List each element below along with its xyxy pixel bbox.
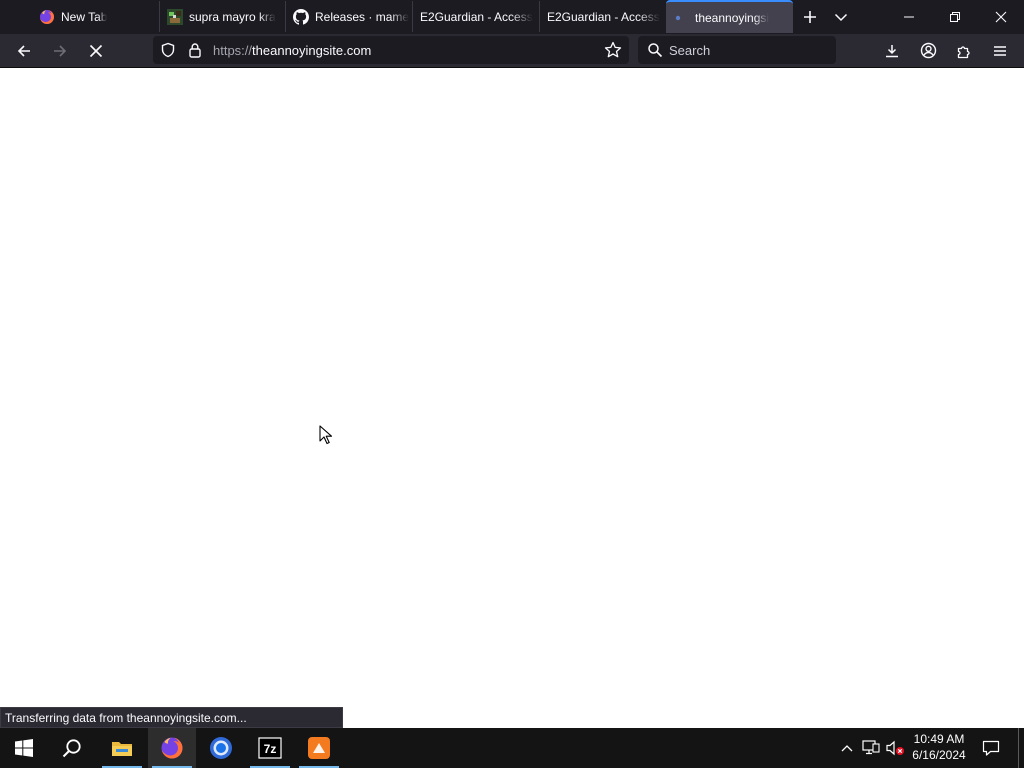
page-content[interactable]	[0, 68, 1024, 728]
windows-start-icon	[15, 739, 33, 757]
new-tab-button[interactable]	[796, 0, 824, 34]
tab-title: E2Guardian - Access	[547, 9, 660, 24]
search-bar[interactable]: Search	[638, 36, 836, 64]
list-all-tabs-button[interactable]	[827, 0, 855, 34]
start-button[interactable]	[0, 728, 48, 768]
svg-text:7z: 7z	[264, 742, 277, 756]
network-icon	[862, 740, 880, 755]
stop-icon	[89, 44, 103, 57]
restore-button[interactable]	[932, 0, 978, 34]
volume-muted-icon	[886, 740, 904, 756]
extensions-button[interactable]	[949, 34, 979, 67]
file-explorer-icon	[112, 742, 132, 756]
tab-title: theannoyingsi	[695, 10, 770, 25]
tab-new-tab[interactable]: New Tab	[32, 1, 160, 32]
tab-bar: New Tab supra mayro kra Releases · mame …	[0, 0, 1024, 34]
network-tray[interactable]	[860, 728, 882, 768]
volume-tray[interactable]	[884, 728, 906, 768]
forward-arrow-icon	[54, 44, 67, 57]
tracking-protection-shield-icon[interactable]	[160, 42, 176, 63]
puzzle-piece-icon	[957, 45, 970, 58]
back-arrow-icon	[17, 44, 30, 57]
status-panel: Transferring data from theannoyingsite.c…	[0, 707, 343, 728]
taskbar-search-button[interactable]	[48, 728, 96, 768]
url-protocol: https://	[213, 43, 253, 58]
tab-title: New Tab	[61, 9, 108, 24]
taskbar-file-explorer[interactable]	[98, 728, 146, 768]
download-icon	[886, 44, 898, 57]
search-icon	[62, 739, 81, 758]
firefox-icon	[161, 737, 183, 759]
forward-button[interactable]	[45, 34, 75, 67]
mouse-cursor-icon	[319, 425, 333, 450]
chevron-up-icon	[841, 745, 853, 752]
chrome-icon	[210, 737, 232, 759]
restore-icon	[950, 12, 960, 22]
url-bar[interactable]: https://theannoyingsite.com	[153, 36, 629, 64]
account-button[interactable]	[913, 34, 943, 67]
notification-icon	[982, 740, 1000, 756]
hamburger-menu-icon	[994, 45, 1006, 56]
windows-taskbar: 7z 10:49 AM 6/16/2024	[0, 728, 1024, 768]
minimize-icon	[904, 16, 914, 18]
action-center-button[interactable]	[978, 728, 1004, 768]
tab-title: E2Guardian - Access	[420, 9, 533, 24]
close-button[interactable]	[978, 0, 1024, 34]
tab-e2guardian-1[interactable]: E2Guardian - Access	[413, 1, 540, 32]
lock-icon[interactable]	[188, 42, 202, 63]
game-favicon-icon	[167, 8, 183, 25]
firefox-icon	[39, 9, 55, 25]
clock-date: 6/16/2024	[912, 748, 966, 762]
app-icon	[308, 737, 330, 759]
url-text[interactable]: https://theannoyingsite.com	[213, 43, 371, 58]
7zip-icon: 7z	[258, 737, 282, 759]
tab-e2guardian-2[interactable]: E2Guardian - Access	[540, 1, 666, 32]
minimize-button[interactable]	[886, 0, 932, 34]
bookmark-star-icon[interactable]	[604, 41, 622, 64]
taskbar-firefox[interactable]	[148, 728, 196, 768]
show-hidden-icons-button[interactable]	[837, 728, 857, 768]
tab-theannoyingsite[interactable]: theannoyingsi	[666, 0, 793, 33]
app-menu-button[interactable]	[985, 34, 1015, 67]
taskbar-chrome[interactable]	[197, 728, 245, 768]
clock[interactable]: 10:49 AM 6/16/2024	[906, 731, 972, 763]
stop-loading-button[interactable]	[81, 34, 111, 67]
tab-title: supra mayro kra	[189, 9, 276, 24]
downloads-button[interactable]	[877, 34, 907, 67]
tab-title: Releases · mame	[315, 9, 410, 24]
chevron-down-icon	[834, 13, 848, 22]
taskbar-app[interactable]	[295, 728, 343, 768]
back-button[interactable]	[9, 34, 39, 67]
account-icon	[920, 42, 936, 59]
plus-icon	[804, 11, 816, 23]
search-icon	[647, 42, 663, 63]
tab-releases[interactable]: Releases · mame	[286, 1, 413, 32]
clock-time: 10:49 AM	[913, 732, 965, 746]
navigation-toolbar: https://theannoyingsite.com Search	[0, 34, 1024, 68]
tab-supra-mayro[interactable]: supra mayro kra	[160, 1, 286, 32]
close-icon	[995, 11, 1007, 23]
loading-dot-icon	[673, 10, 689, 26]
taskbar-7zip[interactable]: 7z	[246, 728, 294, 768]
github-icon	[293, 8, 309, 25]
show-desktop-button[interactable]	[1018, 728, 1019, 768]
search-placeholder: Search	[669, 43, 711, 58]
url-host: theannoyingsite.com	[252, 43, 372, 58]
